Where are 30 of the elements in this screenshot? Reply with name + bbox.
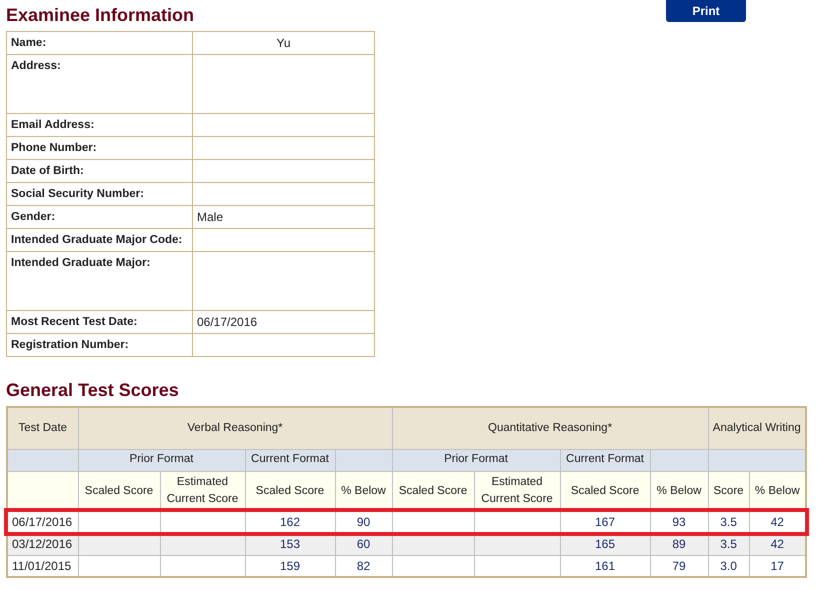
- table-cell: 153: [245, 533, 335, 555]
- field-label: Most Recent Test Date:: [11, 316, 138, 328]
- column-header: Current Format: [245, 449, 335, 471]
- table-cell: 60: [335, 533, 392, 555]
- field-label: Phone Number:: [11, 142, 97, 154]
- section-title: General Test Scores: [6, 379, 180, 401]
- field-value: Male: [197, 210, 224, 224]
- table-cell: 165: [560, 533, 650, 555]
- field-value: Yu: [276, 36, 290, 50]
- column-header: Test Date: [7, 407, 78, 449]
- table-cell: 89: [650, 533, 708, 555]
- field-label: Intended Graduate Major:: [11, 257, 150, 269]
- column-header: Current Format: [560, 449, 650, 471]
- field-label: Gender:: [11, 211, 56, 223]
- section-title: Examinee Information: [6, 4, 196, 26]
- column-header: Quantitative Reasoning*: [392, 407, 708, 449]
- print-button[interactable]: Print: [666, 0, 746, 22]
- column-header: Prior Format: [78, 449, 245, 471]
- field-value: 06/17/2016: [197, 315, 258, 329]
- field-label: Social Security Number:: [11, 188, 144, 200]
- field-label: Address:: [11, 60, 61, 72]
- table-cell: 3.5: [708, 533, 750, 555]
- table-cell: 03/12/2016: [7, 533, 78, 555]
- field-label: Email Address:: [11, 119, 94, 131]
- field-label: Registration Number:: [11, 339, 129, 351]
- field-label: Date of Birth:: [11, 165, 84, 177]
- field-label: Name:: [11, 37, 46, 49]
- column-header: Prior Format: [392, 449, 560, 471]
- field-label: Intended Graduate Major Code:: [11, 234, 182, 246]
- column-header: Verbal Reasoning*: [78, 407, 392, 449]
